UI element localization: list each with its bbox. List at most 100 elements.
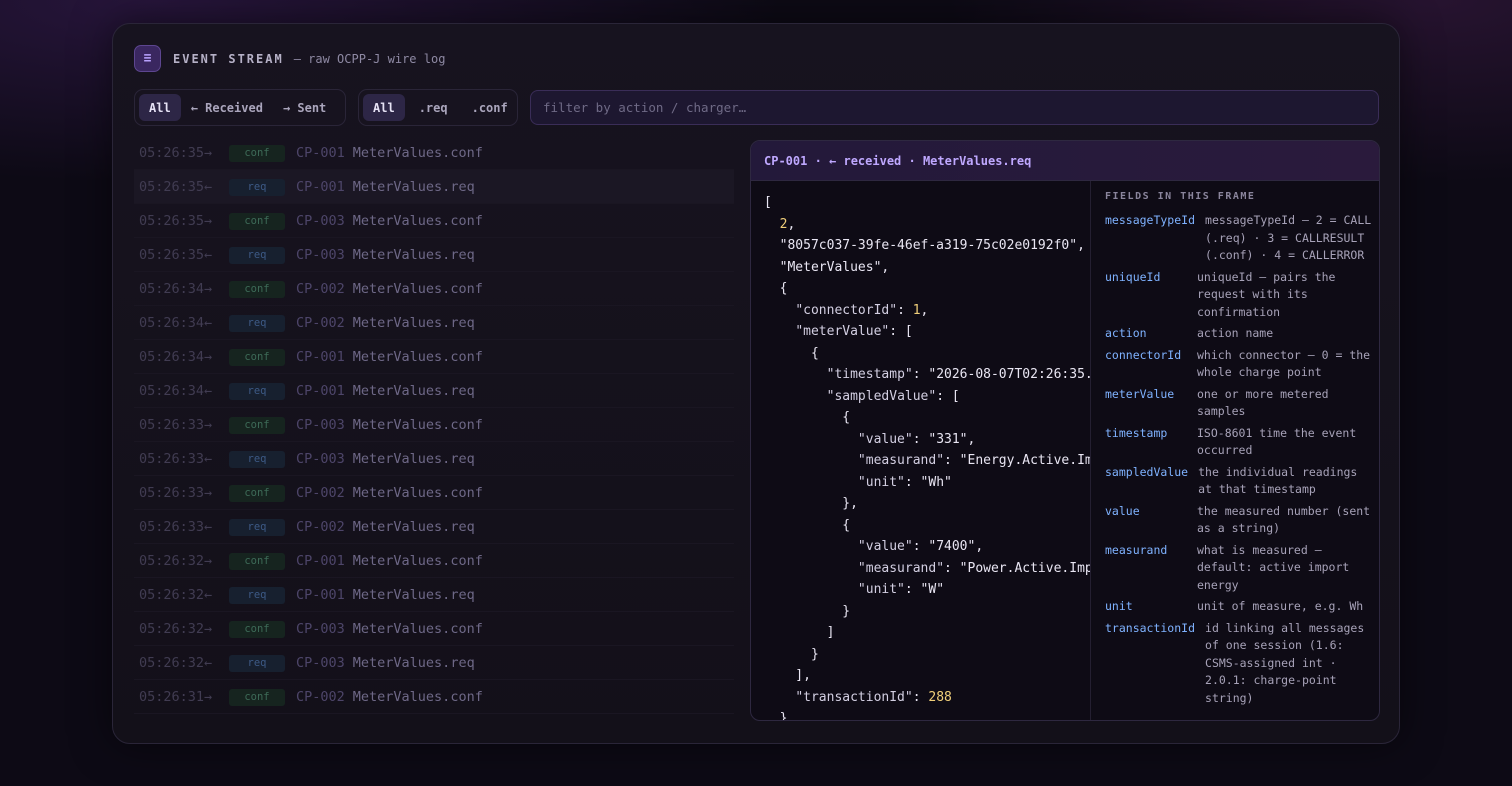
frame-detail-header: CP-001 · ← received · MeterValues.req — [751, 141, 1379, 181]
event-row[interactable]: 05:26:33← req CP-003 MeterValues.req — [134, 442, 734, 476]
json-line: "unit": "W" — [764, 579, 1090, 601]
json-text: } — [764, 603, 851, 619]
type-conf-button[interactable]: .conf — [462, 94, 518, 121]
event-charger: CP-003 — [296, 621, 345, 637]
json-text — [764, 582, 858, 597]
panel-subtitle: — raw OCPP-J wire log — [293, 51, 446, 66]
fields-title: FIELDS IN THIS FRAME — [1105, 191, 1256, 202]
event-action: MeterValues.conf — [352, 281, 483, 297]
search-input[interactable] — [530, 90, 1379, 125]
json-line: { — [764, 407, 1090, 429]
field-name: value — [1105, 503, 1140, 518]
json-key: "unit" — [857, 474, 905, 490]
panel-title: EVENT STREAM — [173, 51, 284, 66]
event-time: 05:26:32→ — [139, 553, 213, 569]
event-row[interactable]: 05:26:35← req CP-003 MeterValues.req — [134, 238, 734, 272]
event-charger: CP-001 — [296, 145, 345, 161]
field-description: unit of measure, e.g. Wh — [1197, 599, 1364, 613]
field-description: action name — [1197, 326, 1274, 340]
json-text — [764, 453, 858, 468]
field-row: connectorId which connector — 0 = the who… — [1105, 347, 1379, 382]
event-row[interactable]: 05:26:34→ conf CP-002 MeterValues.conf — [134, 272, 734, 306]
json-text: } — [764, 711, 788, 721]
field-row: transactionId id linking all messages of … — [1105, 620, 1379, 708]
event-type-badge: conf — [229, 212, 285, 230]
json-key: "transactionId" — [795, 689, 913, 705]
type-req-button[interactable]: .req — [409, 94, 458, 121]
event-list[interactable]: 05:26:35→ conf CP-001 MeterValues.conf 05:26… — [134, 136, 734, 714]
json-text — [764, 690, 795, 705]
event-row[interactable]: 05:26:31→ conf CP-002 MeterValues.conf — [134, 680, 734, 714]
field-name: sampledValue — [1105, 464, 1189, 479]
event-charger: CP-002 — [296, 485, 345, 501]
event-row[interactable]: 05:26:34→ conf CP-001 MeterValues.conf — [134, 340, 734, 374]
json-text — [764, 303, 795, 318]
event-type-badge: req — [229, 450, 285, 468]
event-type-badge: conf — [229, 688, 285, 706]
field-row: meterValue one or more metered samples — [1105, 386, 1379, 421]
event-row[interactable]: 05:26:35→ conf CP-001 MeterValues.conf — [134, 136, 734, 170]
json-key: "meterValue" — [795, 324, 890, 339]
event-action: MeterValues.req — [352, 315, 475, 331]
event-charger: CP-002 — [296, 689, 345, 705]
event-type-badge: conf — [229, 144, 285, 162]
field-description: the measured number (sent as a string) — [1197, 503, 1371, 536]
event-type-badge: conf — [229, 620, 285, 638]
event-charger: CP-002 — [296, 519, 345, 535]
event-row[interactable]: 05:26:32→ conf CP-003 MeterValues.conf — [134, 612, 734, 646]
fields-list: messageTypeId messageTypeId — 2 = CALL (.… — [1105, 212, 1379, 708]
event-row[interactable]: 05:26:32← req CP-001 MeterValues.req — [134, 578, 734, 612]
json-text: "8057c037-39fe-46ef-a319-75c02e0192f0", — [764, 238, 1085, 253]
field-row: measurand what is measured — default: act… — [1105, 542, 1379, 595]
event-row[interactable]: 05:26:34← req CP-001 MeterValues.req — [134, 374, 734, 408]
event-time: 05:26:33→ — [139, 417, 213, 433]
json-text: ] — [764, 625, 835, 640]
json-line: "value": "331", — [764, 429, 1090, 451]
json-text — [764, 217, 780, 232]
event-stream-panel: ≡ EVENT STREAM — raw OCPP-J wire log All… — [112, 23, 1400, 744]
event-time: 05:26:31→ — [139, 689, 213, 705]
type-all-button[interactable]: All — [363, 94, 405, 121]
json-line: }, — [764, 493, 1090, 515]
event-row[interactable]: 05:26:33→ conf CP-002 MeterValues.conf — [134, 476, 734, 510]
event-row[interactable]: 05:26:32← req CP-003 MeterValues.req — [134, 646, 734, 680]
event-time: 05:26:35← — [139, 247, 213, 263]
json-line: ], — [764, 665, 1090, 687]
direction-all-button[interactable]: All — [139, 94, 181, 121]
event-time: 05:26:34← — [139, 315, 213, 331]
json-viewer[interactable]: [ 2, "8057c037-39fe-46ef-a319-75c02e0192… — [751, 181, 1090, 721]
field-row: unit unit of measure, e.g. Wh — [1105, 598, 1379, 616]
type-filter: All .req .conf — [358, 89, 518, 126]
json-line: "connectorId": 1, — [764, 300, 1090, 322]
json-line: "measurand": "Power.Active.Impo — [764, 558, 1090, 580]
json-text: : — [912, 689, 929, 705]
event-row[interactable]: 05:26:35→ conf CP-003 MeterValues.conf — [134, 204, 734, 238]
event-row[interactable]: 05:26:35← req CP-001 MeterValues.req — [134, 170, 734, 204]
json-line: } — [764, 644, 1090, 666]
event-time: 05:26:32← — [139, 587, 213, 603]
event-action: MeterValues.conf — [352, 689, 483, 705]
json-text: : "Energy.Active.Imp — [944, 453, 1090, 468]
event-charger: CP-001 — [296, 179, 345, 195]
field-row: uniqueId uniqueId — pairs the request wit… — [1105, 269, 1379, 322]
event-row[interactable]: 05:26:32→ conf CP-001 MeterValues.conf — [134, 544, 734, 578]
direction-sent-button[interactable]: → Sent — [273, 94, 336, 121]
event-row[interactable]: 05:26:33→ conf CP-003 MeterValues.conf — [134, 408, 734, 442]
event-row[interactable]: 05:26:33← req CP-002 MeterValues.req — [134, 510, 734, 544]
json-text — [764, 367, 827, 382]
json-text: : [ — [936, 388, 960, 404]
event-charger: CP-003 — [296, 247, 345, 263]
event-action: MeterValues.req — [352, 247, 475, 263]
json-key: "timestamp" — [826, 367, 913, 382]
event-type-badge: req — [229, 654, 285, 672]
field-description: which connector — 0 = the whole charge p… — [1197, 347, 1371, 380]
json-line: ] — [764, 622, 1090, 644]
list-icon: ≡ — [134, 45, 161, 72]
event-row[interactable]: 05:26:34← req CP-002 MeterValues.req — [134, 306, 734, 340]
event-charger: CP-003 — [296, 213, 345, 229]
json-text: , — [920, 302, 929, 318]
direction-received-button[interactable]: ← Received — [181, 94, 273, 121]
json-text — [764, 475, 858, 490]
json-key: "unit" — [857, 582, 905, 597]
json-number: 288 — [928, 689, 952, 705]
